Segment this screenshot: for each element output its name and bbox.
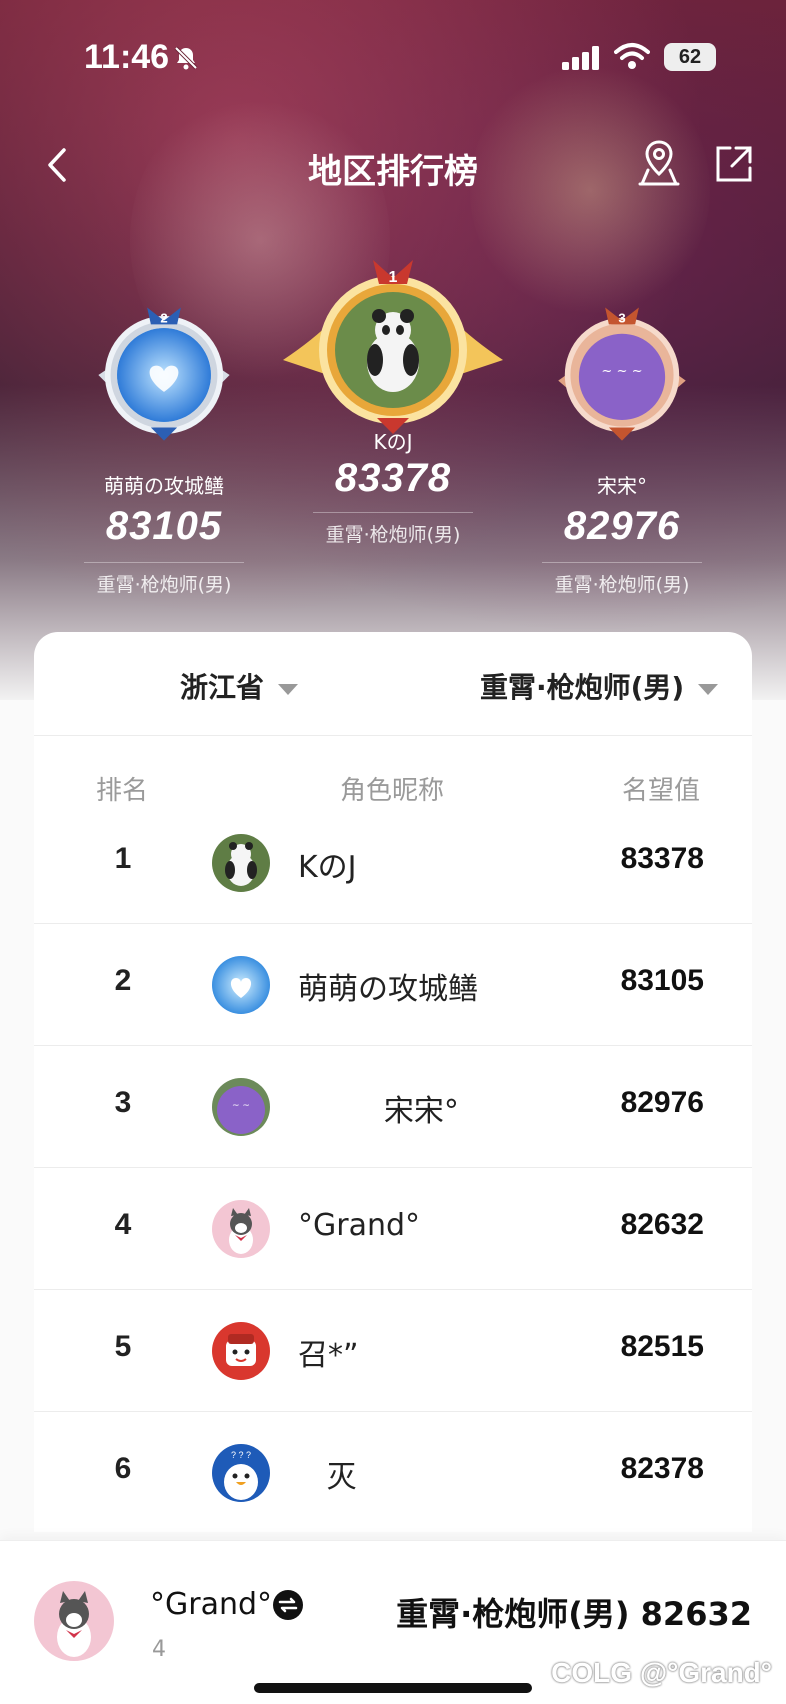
share-icon[interactable]: [712, 142, 756, 186]
watermark: COLG @°Grand°: [551, 1657, 772, 1688]
row-rank: 3: [114, 1086, 132, 1119]
status-bar: 11:46 62: [0, 0, 786, 110]
podium-third[interactable]: ~ ~ ~ 3 宋宋° 82976 重霄·枪炮师(男): [522, 300, 722, 600]
svg-text:? ? ?: ? ? ?: [231, 1450, 251, 1460]
avatar: ? ? ?: [212, 1444, 270, 1502]
podium-score: 82976: [563, 504, 681, 548]
job-filter-dropdown[interactable]: 重霄·枪炮师(男): [480, 666, 719, 706]
wifi-icon: [614, 43, 650, 69]
row-nickname: KのJ: [298, 850, 357, 885]
row-nickname: 萌萌の攻城鳝: [298, 972, 478, 1007]
rank-1-badge-frame: 1: [283, 260, 503, 434]
nav-bar: 地区排行榜: [0, 130, 786, 200]
avatar: [212, 956, 270, 1014]
podium-second[interactable]: 2 萌萌の攻城鳝 83105 重霄·枪炮师(男): [64, 300, 264, 600]
rank-3-badge-frame: ~ ~ ~ 3: [558, 307, 686, 441]
my-nickname: °Grand°: [150, 1587, 273, 1622]
bell-muted-icon: [174, 46, 198, 70]
podium-name: KのJ: [373, 430, 413, 454]
ranking-card: 浙江省 重霄·枪炮师(男) 排名 角色昵称 名望值 1 KのJ 83378 2 …: [34, 632, 752, 1532]
row-rank: 2: [114, 964, 132, 997]
podium-job: 重霄·枪炮师(男): [554, 574, 690, 596]
avatar: [212, 1322, 270, 1380]
row-value: 82632: [620, 1208, 704, 1241]
row-value: 82976: [620, 1086, 704, 1119]
svg-text:~ ~: ~ ~: [232, 1101, 250, 1111]
my-job-score: 重霄·枪炮师(男) 82632: [396, 1595, 752, 1633]
guild-badge-icon: [273, 1590, 303, 1620]
chevron-down-icon: [698, 683, 719, 695]
row-nickname: °Grand°: [298, 1208, 421, 1243]
podium-divider: [313, 512, 473, 513]
my-rank: 4: [152, 1637, 166, 1662]
row-rank: 5: [114, 1330, 132, 1363]
podium-first[interactable]: 1 KのJ 83378 重霄·枪炮师(男): [278, 250, 508, 590]
status-time: 11:46: [84, 38, 170, 76]
svg-text:1: 1: [389, 269, 398, 286]
podium-divider: [542, 562, 702, 563]
job-filter-label: 重霄·枪炮师(男): [480, 671, 685, 704]
row-value: 82378: [620, 1452, 704, 1485]
battery-indicator: 62: [664, 43, 716, 71]
row-nickname: 召*”: [298, 1338, 359, 1373]
row-nickname: 宋宋°: [298, 1094, 459, 1129]
row-rank: 4: [114, 1208, 132, 1241]
podium-name: 宋宋°: [597, 474, 647, 498]
region-filter-dropdown[interactable]: 浙江省: [180, 666, 299, 706]
my-avatar: [34, 1581, 114, 1661]
location-map-icon[interactable]: [636, 138, 682, 188]
podium-score: 83378: [334, 456, 452, 500]
row-rank: 6: [114, 1452, 132, 1485]
podium-divider: [84, 562, 244, 563]
row-value: 83378: [620, 842, 704, 875]
rank-2-badge-frame: 2: [98, 307, 230, 441]
table-row[interactable]: 6 ? ? ? 灭 82378: [34, 1412, 752, 1534]
svg-text:3: 3: [618, 311, 625, 326]
filter-row: 浙江省 重霄·枪炮师(男): [34, 632, 752, 736]
row-rank: 1: [114, 842, 132, 875]
podium-job: 重霄·枪炮师(男): [96, 574, 232, 596]
podium-job: 重霄·枪炮师(男): [325, 524, 461, 546]
region-filter-label: 浙江省: [180, 671, 265, 704]
svg-text:2: 2: [160, 311, 167, 326]
table-row[interactable]: 1 KのJ 83378: [34, 802, 752, 924]
row-value: 83105: [620, 964, 704, 997]
table-row[interactable]: 2 萌萌の攻城鳝 83105: [34, 924, 752, 1046]
signal-icon: [562, 46, 599, 70]
avatar: ~ ~: [212, 1078, 270, 1136]
podium-name: 萌萌の攻城鳝: [104, 474, 224, 498]
table-row[interactable]: 3 ~ ~ 宋宋° 82976: [34, 1046, 752, 1168]
avatar: [212, 1200, 270, 1258]
avatar: [212, 834, 270, 892]
row-value: 82515: [620, 1330, 704, 1363]
ranking-list: 1 KのJ 83378 2 萌萌の攻城鳝 83105 3 ~ ~ 宋宋° 829…: [34, 802, 752, 1534]
chevron-down-icon: [278, 683, 299, 695]
svg-text:~ ~ ~: ~ ~ ~: [601, 364, 642, 379]
table-row[interactable]: 4 °Grand° 82632: [34, 1168, 752, 1290]
table-row[interactable]: 5 召*” 82515: [34, 1290, 752, 1412]
row-nickname: 灭: [298, 1460, 357, 1495]
podium-score: 83105: [105, 504, 223, 548]
home-indicator: [254, 1683, 532, 1693]
my-rank-bar[interactable]: °Grand° 4 重霄·枪炮师(男) 82632 COLG @°Grand°: [0, 1540, 786, 1704]
